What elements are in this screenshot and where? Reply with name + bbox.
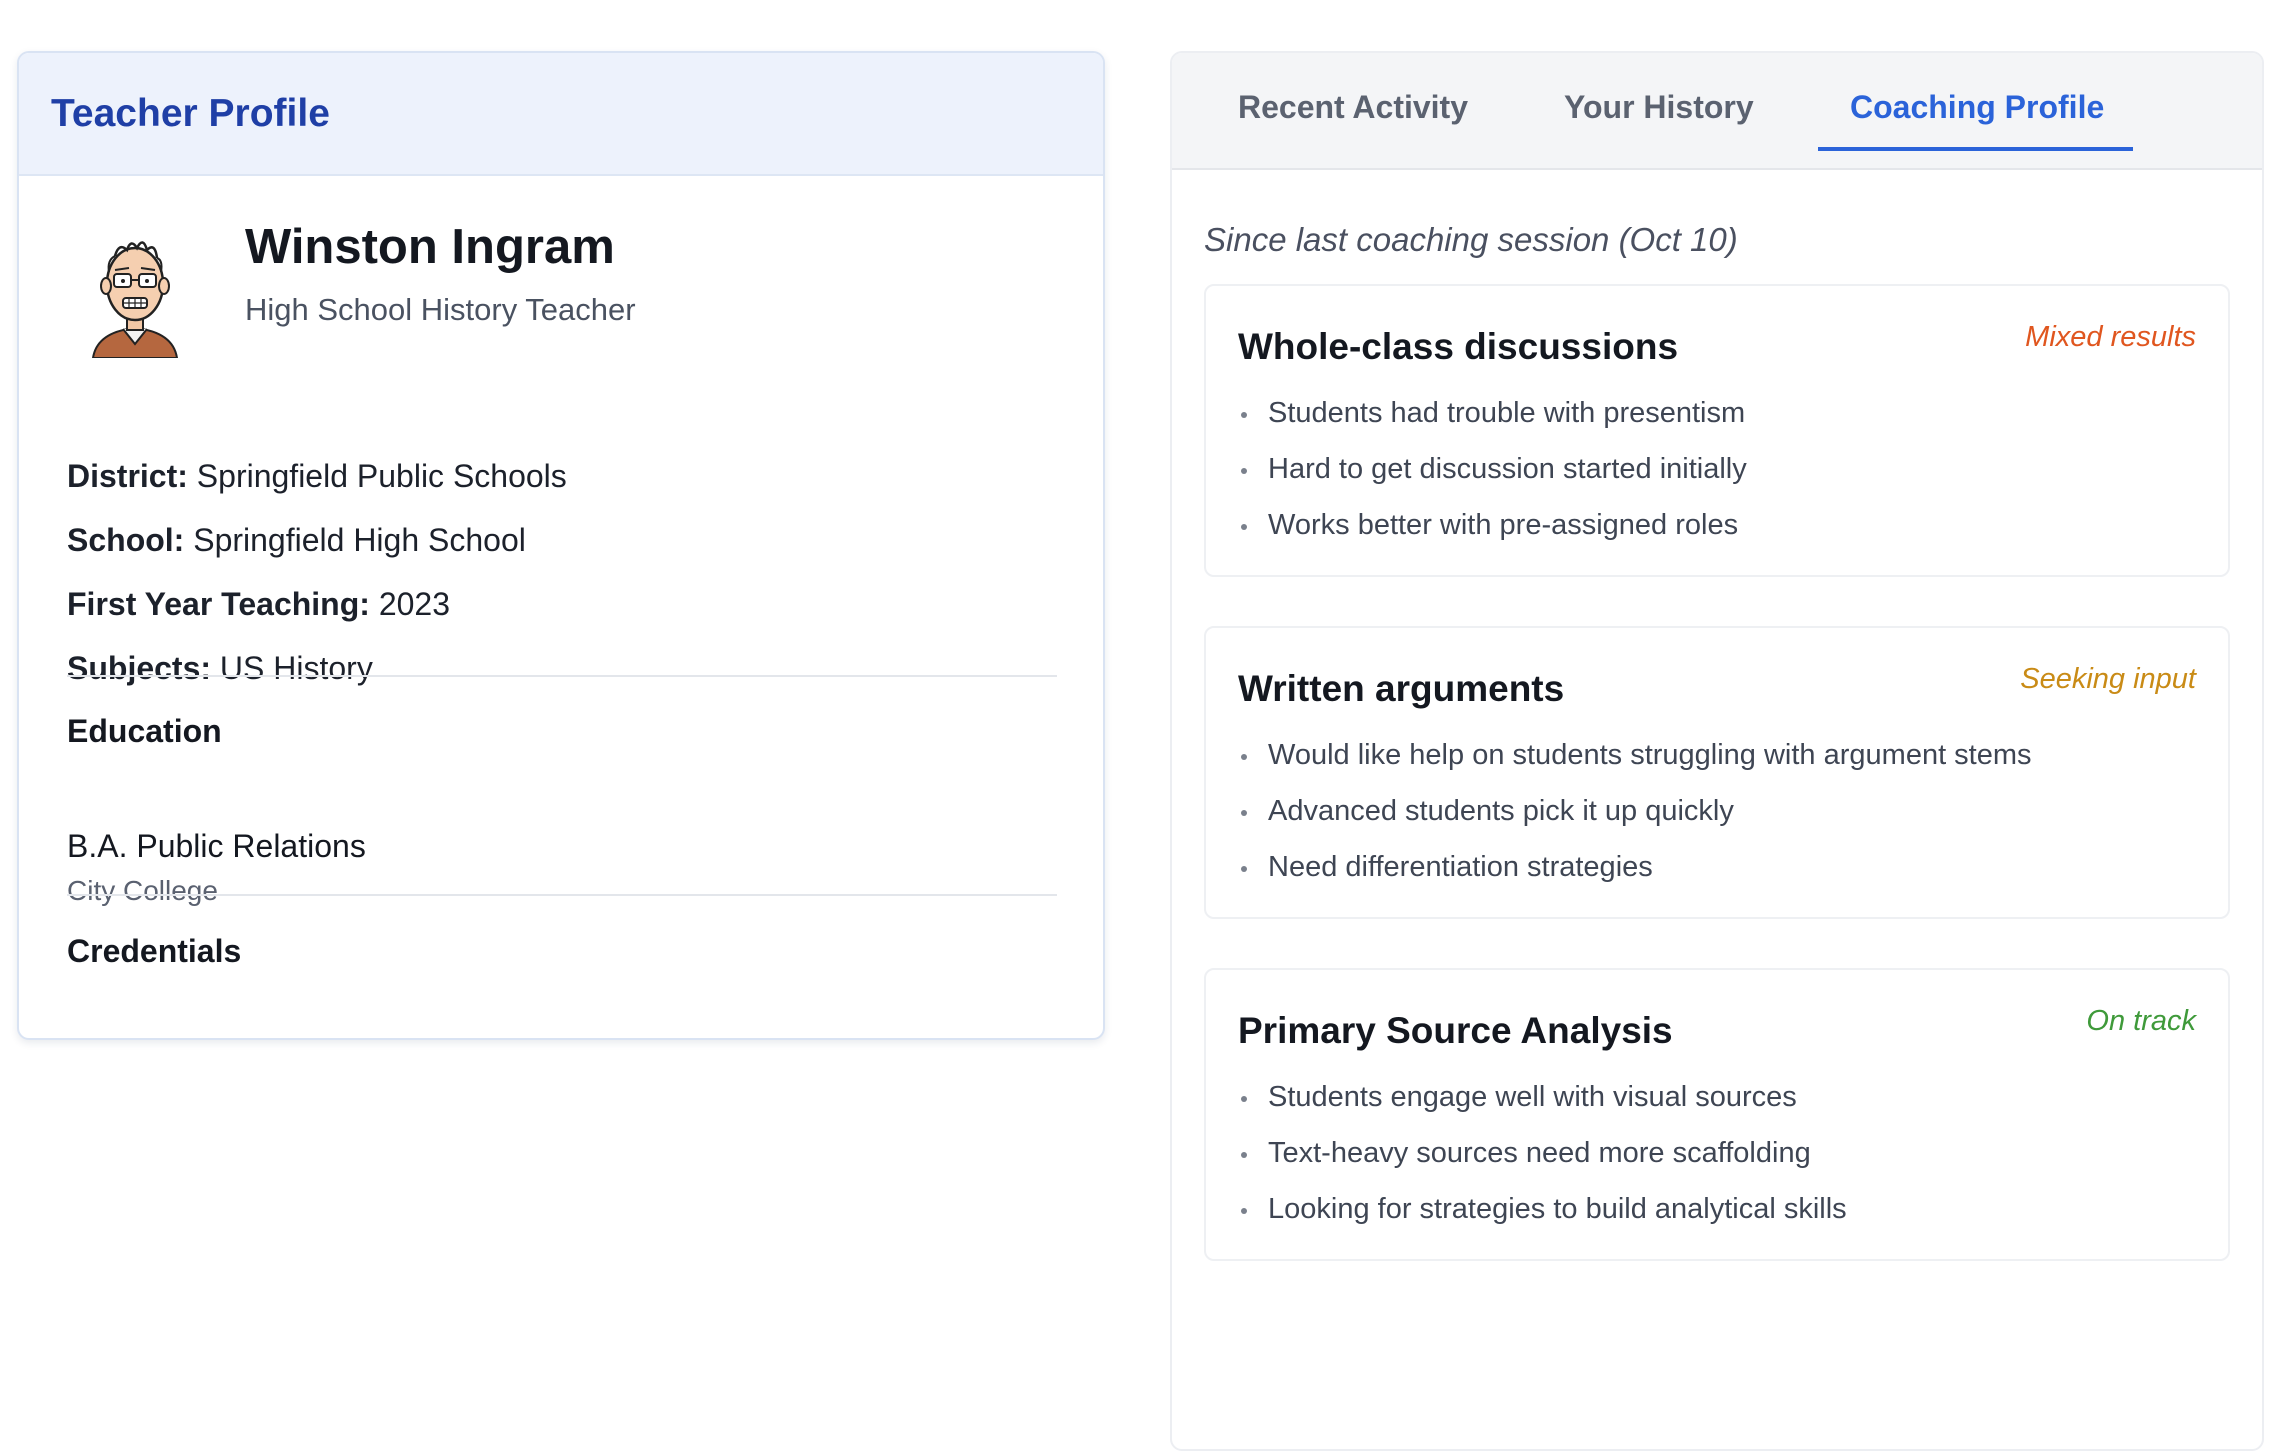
teacher-identity: Winston Ingram High School History Teach… bbox=[85, 223, 636, 358]
profile-header: Teacher Profile bbox=[19, 53, 1103, 176]
fact-value: US History bbox=[219, 650, 373, 686]
area-title: Primary Source Analysis bbox=[1238, 1010, 1673, 1051]
area-notes: Would like help on students struggling w… bbox=[1238, 733, 2032, 901]
fact-label: District: bbox=[67, 458, 188, 494]
education-title: Education bbox=[67, 713, 222, 749]
fact-label: School: bbox=[67, 522, 185, 558]
area-status-badge: Seeking input bbox=[2020, 663, 2196, 695]
tab-recent-activity[interactable]: Recent Activity bbox=[1238, 89, 1468, 126]
section-divider bbox=[67, 675, 1057, 677]
education-institution: City College bbox=[67, 875, 218, 906]
fact-label: Subjects: bbox=[67, 650, 212, 686]
fact-label: First Year Teaching: bbox=[67, 586, 370, 622]
area-status-badge: On track bbox=[2086, 1005, 2196, 1037]
list-item: Looking for strategies to build analytic… bbox=[1238, 1187, 1847, 1243]
fact-value: Springfield Public Schools bbox=[196, 458, 567, 494]
fact-district: District: Springfield Public Schools bbox=[67, 453, 567, 517]
since-last-session-label: Since last coaching session (Oct 10) bbox=[1204, 221, 1738, 258]
list-item: Students had trouble with presentism bbox=[1238, 391, 1747, 447]
fact-first-year: First Year Teaching: 2023 bbox=[67, 581, 567, 645]
teacher-profile-card: Teacher Profile Winston Ingram High Scho… bbox=[17, 51, 1105, 1040]
coaching-area-card: Written arguments Seeking input Would li… bbox=[1204, 626, 2230, 919]
area-title: Whole-class discussions bbox=[1238, 326, 1679, 367]
profile-header-title: Teacher Profile bbox=[51, 91, 330, 135]
area-notes: Students engage well with visual sources… bbox=[1238, 1075, 1847, 1243]
section-divider bbox=[67, 894, 1057, 896]
list-item: Students engage well with visual sources bbox=[1238, 1075, 1847, 1131]
tab-bar: Recent Activity Your History Coaching Pr… bbox=[1172, 53, 2262, 170]
profile-facts: District: Springfield Public Schools Sch… bbox=[67, 453, 567, 709]
fact-value: Springfield High School bbox=[193, 522, 526, 558]
coaching-panel: Recent Activity Your History Coaching Pr… bbox=[1170, 51, 2264, 1451]
tab-coaching-profile[interactable]: Coaching Profile bbox=[1850, 89, 2104, 126]
list-item: Would like help on students struggling w… bbox=[1238, 733, 2032, 789]
credentials-title: Credentials bbox=[67, 933, 242, 969]
active-tab-indicator bbox=[1818, 147, 2133, 151]
education-degree: B.A. Public Relations bbox=[67, 828, 366, 864]
teacher-name: Winston Ingram bbox=[245, 220, 615, 274]
fact-value: 2023 bbox=[378, 586, 450, 622]
list-item: Hard to get discussion started initially bbox=[1238, 447, 1747, 503]
coaching-area-card: Primary Source Analysis On track Student… bbox=[1204, 968, 2230, 1261]
list-item: Text-heavy sources need more scaffolding bbox=[1238, 1131, 1847, 1187]
tab-your-history[interactable]: Your History bbox=[1564, 89, 1754, 126]
fact-school: School: Springfield High School bbox=[67, 517, 567, 581]
list-item: Advanced students pick it up quickly bbox=[1238, 789, 2032, 845]
area-status-badge: Mixed results bbox=[2025, 321, 2196, 353]
area-title: Written arguments bbox=[1238, 668, 1565, 709]
fact-subjects: Subjects: US History bbox=[67, 645, 567, 709]
teacher-role: High School History Teacher bbox=[245, 292, 636, 327]
area-notes: Students had trouble with presentism Har… bbox=[1238, 391, 1747, 559]
coaching-area-card: Whole-class discussions Mixed results St… bbox=[1204, 284, 2230, 577]
avatar bbox=[91, 241, 179, 358]
list-item: Need differentiation strategies bbox=[1238, 845, 2032, 901]
list-item: Works better with pre-assigned roles bbox=[1238, 503, 1747, 559]
